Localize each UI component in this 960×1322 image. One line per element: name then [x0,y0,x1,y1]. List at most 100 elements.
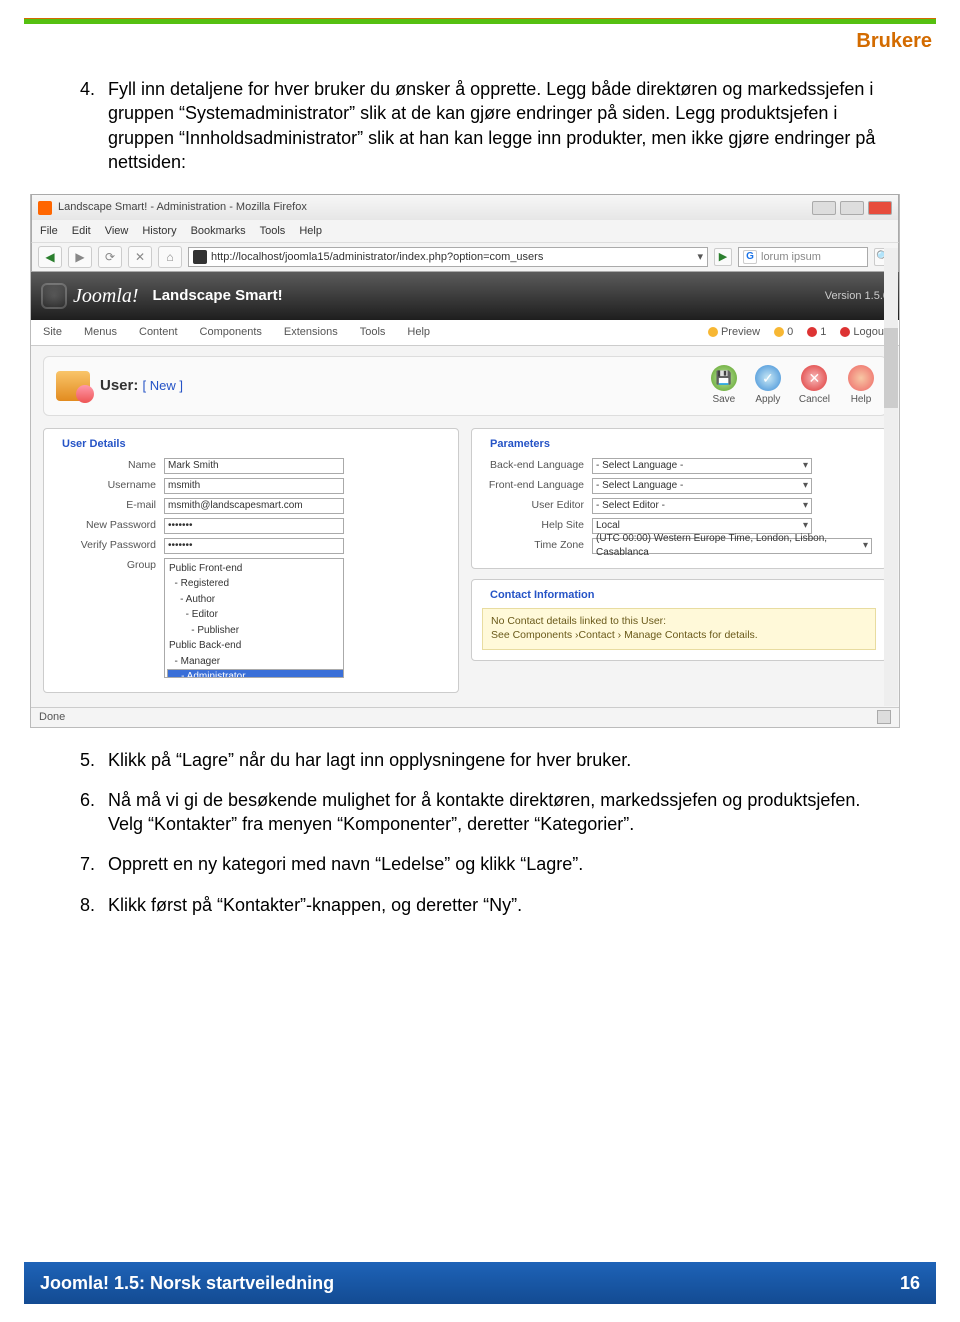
felang-label: Front-end Language [482,478,592,492]
menu-view[interactable]: View [105,224,129,239]
maximize-button[interactable] [840,201,864,215]
menu-components[interactable]: Components [200,325,262,340]
menu-help[interactable]: Help [299,224,322,239]
stop-button[interactable]: ✕ [128,246,152,268]
group-option[interactable]: - Manager [167,654,341,670]
url-text: http://localhost/joomla15/administrator/… [211,250,693,265]
browser-statusbar: Done [31,707,899,727]
menu-site[interactable]: Site [43,325,62,340]
belang-select[interactable]: - Select Language - [592,458,812,474]
reload-button[interactable]: ⟳ [98,246,122,268]
help-button[interactable]: Help [848,365,874,407]
window-controls[interactable] [812,201,892,215]
joomla-brand: Joomla! [73,283,139,310]
verifypw-input[interactable]: ••••••• [164,538,344,554]
step-number: 8. [80,893,108,917]
users-count[interactable]: 1 [807,325,826,340]
minimize-button[interactable] [812,201,836,215]
menu-extensions[interactable]: Extensions [284,325,338,340]
email-input[interactable]: msmith@landscapesmart.com [164,498,344,514]
statusbar-grip [877,710,891,724]
header-rule [24,18,936,24]
step-number: 7. [80,852,108,876]
user-details-panel: User Details NameMark Smith Usernamemsmi… [43,428,459,693]
username-input[interactable]: msmith [164,478,344,494]
new-badge: [ New ] [143,378,183,393]
menu-bookmarks[interactable]: Bookmarks [191,224,246,239]
menu-menus[interactable]: Menus [84,325,117,340]
page-number: 16 [900,1273,920,1294]
step-text: Klikk først på “Kontakter”-knappen, og d… [108,893,522,917]
group-option[interactable]: - Publisher [167,623,341,639]
menu-history[interactable]: History [142,224,176,239]
group-listbox[interactable]: Public Front-end - Registered - Author -… [164,558,344,678]
step-text: Opprett en ny kategori med navn “Ledelse… [108,852,583,876]
page-footer: Joomla! 1.5: Norsk startveiledning 16 [24,1262,936,1304]
home-button[interactable]: ⌂ [158,246,182,268]
group-option[interactable]: Public Back-end [167,638,341,654]
joomla-logo: Joomla! [41,283,139,310]
group-option[interactable]: - Registered [167,576,341,592]
browser-menubar[interactable]: File Edit View History Bookmarks Tools H… [31,220,899,242]
group-option[interactable]: Public Front-end [167,561,341,577]
menu-help-admin[interactable]: Help [407,325,430,340]
admin-menubar[interactable]: Site Menus Content Components Extensions… [31,320,899,346]
back-button[interactable]: ◀ [38,246,62,268]
cancel-button[interactable]: Cancel [799,365,830,407]
contact-note-line2: See Components ›Contact › Manage Contact… [491,629,867,643]
felang-select[interactable]: - Select Language - [592,478,812,494]
step-text: Klikk på “Lagre” når du har lagt inn opp… [108,748,631,772]
forward-button[interactable]: ▶ [68,246,92,268]
search-placeholder: lorum ipsum [761,250,821,265]
go-button[interactable]: ▶ [714,248,732,266]
save-icon [711,365,737,391]
admin-body: User: [ New ] Save Apply Cancel Help Use… [31,346,899,706]
tz-select[interactable]: (UTC 00:00) Western Europe Time, London,… [592,538,872,554]
logout-link[interactable]: Logout [840,325,887,340]
menu-edit[interactable]: Edit [72,224,91,239]
vertical-scrollbar[interactable] [884,248,898,705]
save-button[interactable]: Save [711,365,737,407]
firefox-icon [38,201,52,215]
step-5: 5. Klikk på “Lagre” når du har lagt inn … [80,748,890,772]
page-titlebar: User: [ New ] Save Apply Cancel Help [43,356,887,416]
dropdown-icon[interactable]: ▾ [697,250,703,265]
step-8: 8. Klikk først på “Kontakter”-knappen, o… [80,893,890,917]
joomla-swirl-icon [41,283,67,309]
helpsite-label: Help Site [482,518,592,532]
apply-button[interactable]: Apply [755,365,781,407]
embedded-screenshot: Landscape Smart! - Administration - Mozi… [30,194,900,727]
belang-label: Back-end Language [482,458,592,472]
close-button[interactable] [868,201,892,215]
search-box[interactable]: G lorum ipsum [738,247,868,267]
joomla-header: Joomla! Landscape Smart! Version 1.5.0 [31,272,899,320]
google-icon: G [743,250,757,264]
group-option-selected[interactable]: - Administrator [167,669,344,678]
footer-title: Joomla! 1.5: Norsk startveiledning [40,1273,334,1294]
menu-tools[interactable]: Tools [360,325,386,340]
address-bar[interactable]: http://localhost/joomla15/administrator/… [188,247,708,267]
editor-label: User Editor [482,498,592,512]
group-option[interactable]: - Author [167,592,341,608]
verifypw-label: Verify Password [54,538,164,552]
tz-label: Time Zone [482,538,592,552]
scrollbar-thumb[interactable] [884,328,898,408]
step-number: 5. [80,748,108,772]
preview-link[interactable]: Preview [708,325,760,340]
editor-select[interactable]: - Select Editor - [592,498,812,514]
section-header: Brukere [0,30,932,53]
menu-tools[interactable]: Tools [260,224,286,239]
toolbar-actions: Save Apply Cancel Help [711,365,874,407]
group-option[interactable]: - Editor [167,607,341,623]
menu-content[interactable]: Content [139,325,178,340]
name-label: Name [54,458,164,472]
messages-count[interactable]: 0 [774,325,793,340]
parameters-panel: Parameters Back-end Language- Select Lan… [471,428,887,693]
name-input[interactable]: Mark Smith [164,458,344,474]
newpw-input[interactable]: ••••••• [164,518,344,534]
newpw-label: New Password [54,518,164,532]
menu-file[interactable]: File [40,224,58,239]
step-4: 4. Fyll inn detaljene for hver bruker du… [80,77,890,174]
group-label: Group [54,558,164,572]
contact-legend: Contact Information [486,588,599,603]
